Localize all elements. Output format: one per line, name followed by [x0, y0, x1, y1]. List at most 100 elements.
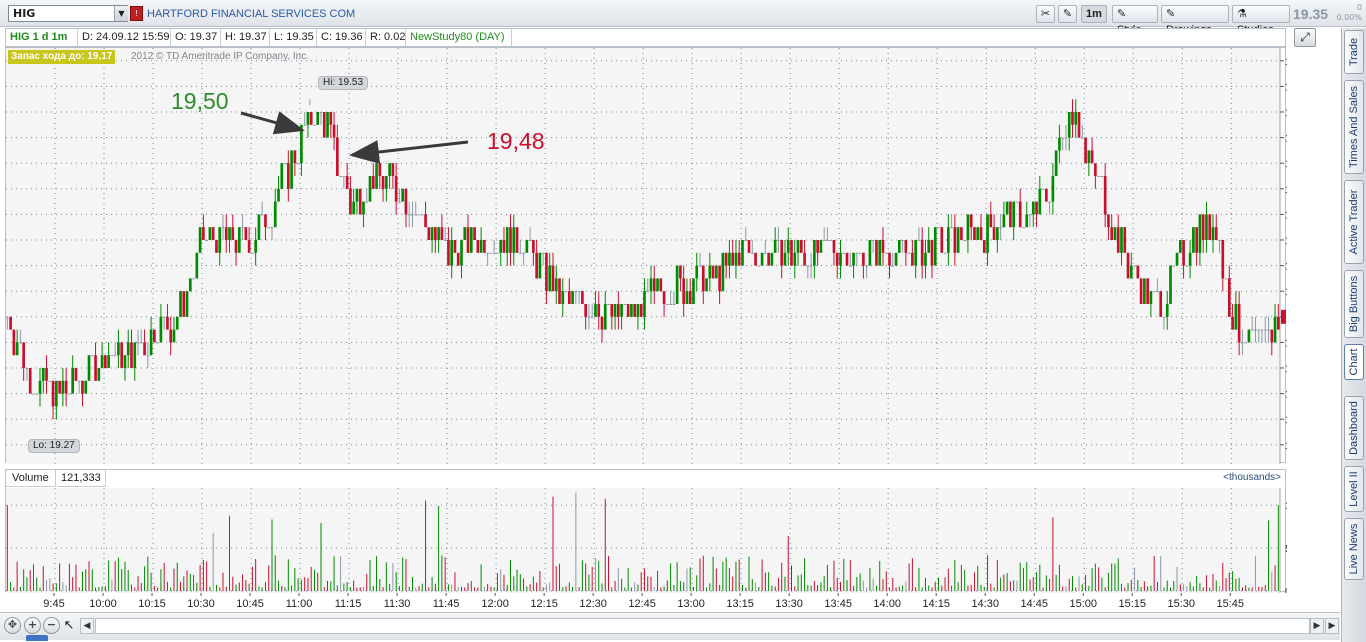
candle-body [868, 240, 872, 266]
candle-body [799, 240, 803, 253]
tab-times-and-sales[interactable]: Times And Sales [1344, 80, 1364, 174]
tab-big-buttons[interactable]: Big Buttons [1344, 270, 1364, 338]
candle-body [554, 278, 558, 292]
candle-body [728, 252, 731, 266]
study-label[interactable]: NewStudy80 (DAY) [406, 29, 512, 46]
time-scrollbar[interactable] [95, 618, 1310, 634]
tab-dashboard[interactable]: Dashboard [1344, 396, 1364, 460]
candle-body [1022, 227, 1025, 229]
tab-chart[interactable]: Chart [1344, 344, 1364, 380]
scroll-right-icon[interactable]: ▶ [1310, 618, 1324, 634]
studies-button[interactable]: ⚗ Studies [1232, 5, 1290, 36]
candle-body [45, 368, 48, 381]
candle-body [757, 265, 761, 267]
time-tick-label: 13:45 [824, 598, 852, 610]
candle-body [630, 304, 633, 317]
candle-body [296, 163, 300, 165]
candle-body [515, 227, 519, 253]
candle-body [1254, 329, 1257, 331]
candle-body [839, 252, 842, 266]
candle-body [567, 291, 571, 304]
candle-body [574, 291, 578, 293]
candle-body [754, 252, 757, 266]
crosshair-tool-icon[interactable]: ✂ [1036, 5, 1055, 23]
candle-body [1270, 329, 1274, 343]
style-button[interactable]: ✎ Style [1112, 5, 1158, 36]
alert-flag-icon[interactable]: ! [130, 6, 143, 21]
time-axis: 9:45 10:00 10:15 10:30 10:45 11:00 11:15 11:30 1… [43, 593, 1244, 610]
candle-body [188, 278, 192, 292]
cursor-icon[interactable]: ↖ [61, 618, 77, 634]
symbol-input[interactable]: HIG [8, 5, 128, 22]
candle-body [71, 368, 75, 394]
candle-body [502, 240, 506, 253]
volume-panel[interactable]: 100500 Volume 121,333 <thousands> [5, 469, 1302, 598]
scroll-left-icon[interactable]: ◀ [80, 618, 94, 634]
candle-body [744, 240, 748, 241]
candle-body [701, 265, 705, 292]
candle-body [1045, 188, 1048, 202]
candle-body [143, 342, 146, 356]
price-tick-label: 19.52 [1285, 108, 1287, 119]
candle-body [1113, 227, 1117, 240]
candle-body [1064, 137, 1068, 139]
candle-body [698, 265, 702, 267]
candle-body [724, 252, 728, 266]
current-price-tag: 19.36 [1285, 313, 1287, 324]
candle-body [581, 291, 584, 304]
candle-body [1054, 150, 1058, 176]
zoom-in-icon[interactable]: + [24, 617, 41, 634]
pencil-tool-icon[interactable]: ✎ [1058, 5, 1077, 23]
candle-body [202, 227, 205, 240]
candle-body [1038, 188, 1042, 215]
tab-trade[interactable]: Trade [1344, 30, 1364, 74]
candle-body [933, 227, 937, 266]
candle-body [656, 278, 659, 292]
tab-live-news[interactable]: Live News [1344, 518, 1364, 580]
candle-body [884, 252, 888, 254]
time-tick-label: 13:30 [775, 598, 803, 610]
pan-icon[interactable]: ✥ [4, 617, 21, 634]
candle-body [894, 252, 898, 266]
candle-body [1136, 265, 1140, 279]
candle-body [1058, 137, 1061, 151]
candle-body [133, 342, 137, 368]
candle-body [280, 163, 284, 189]
candle-body [283, 163, 287, 165]
candle-body [339, 176, 342, 177]
candle-body [345, 176, 349, 189]
candle-body [1080, 137, 1084, 139]
bar-open: O: 19.37 [171, 29, 221, 46]
price-tick-label: 19.4 [1285, 262, 1287, 273]
chart-settings-icon[interactable]: ⤢ [1294, 28, 1316, 47]
candle-body [969, 214, 973, 228]
zoom-out-icon[interactable]: − [43, 617, 60, 634]
candle-body [551, 265, 555, 292]
chart-title: HIG 1 d 1m [6, 29, 78, 46]
candle-body [365, 201, 369, 203]
timeframe-button[interactable]: 1m [1081, 5, 1107, 23]
right-sidebar: Trade Times And Sales Active Trader Big … [1341, 28, 1366, 642]
symbol-dropdown-icon[interactable]: ▼ [114, 6, 128, 21]
drawings-button[interactable]: ✎ Drawings [1161, 5, 1229, 36]
candle-body [803, 252, 806, 266]
candle-body [796, 240, 800, 253]
candle-body [897, 240, 901, 253]
candle-body [646, 291, 650, 293]
candle-body [241, 227, 244, 229]
candle-body [309, 112, 313, 125]
expand-tab-icon[interactable] [26, 635, 48, 641]
candle-body [1018, 201, 1022, 228]
candle-body [172, 329, 176, 343]
candle-body [509, 227, 512, 253]
candle-body [875, 240, 878, 266]
volume-chart-svg[interactable]: 100500 [6, 470, 1302, 598]
candle-body [427, 227, 431, 240]
tab-level-ii[interactable]: Level II [1344, 466, 1364, 512]
candle-body [826, 240, 829, 241]
scroll-end-icon[interactable]: ▶ [1325, 618, 1339, 634]
candle-body [1165, 304, 1169, 317]
candle-body [192, 278, 195, 280]
time-tick-label: 15:15 [1118, 598, 1146, 610]
tab-active-trader[interactable]: Active Trader [1344, 180, 1364, 264]
